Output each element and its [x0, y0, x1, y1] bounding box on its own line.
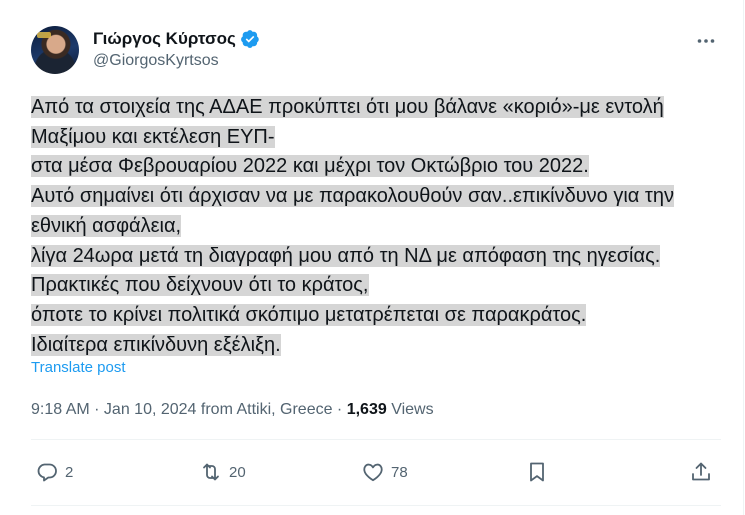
tweet-card: Γιώργος Κύρτσος @GiorgosKyrtsos Από τα σ…	[0, 0, 744, 515]
heart-icon	[363, 463, 383, 482]
repost-button[interactable]: 20	[199, 455, 246, 489]
reply-icon	[37, 463, 57, 482]
translate-post-link[interactable]: Translate post	[31, 359, 126, 376]
tweet-header: Γιώργος Κύρτσος @GiorgosKyrtsos	[31, 26, 721, 76]
views-label: Views	[386, 401, 434, 418]
divider	[31, 439, 721, 440]
tweet-line: όποτε το κρίνει πολιτικά σκόπιμο μετατρέ…	[31, 303, 587, 326]
more-options-button[interactable]	[691, 26, 721, 56]
tweet-line: Από τα στοιχεία της ΑΔΑΕ προκύπτει ότι μ…	[31, 96, 664, 118]
reply-count: 2	[65, 463, 74, 481]
tweet-line: Ιδιαίτερα επικίνδυνη εξέλιξη.	[31, 333, 281, 356]
tweet-line: λίγα 24ωρα μετά τη διαγραφή μου από τη Ν…	[31, 244, 661, 267]
share-icon	[692, 462, 710, 481]
tweet-line: Μαξίμου και εκτέλεση ΕΥΠ-	[31, 125, 275, 148]
verified-badge-icon	[240, 30, 259, 48]
divider	[31, 505, 721, 506]
like-button[interactable]: 78	[361, 455, 408, 489]
timestamp[interactable]: 9:18 AM · Jan 10, 2024 from Attiki, Gree…	[31, 401, 347, 418]
avatar[interactable]	[31, 26, 79, 74]
views-count: 1,639	[346, 401, 387, 418]
author-name[interactable]: Γιώργος Κύρτσος	[93, 29, 236, 49]
more-dots-icon	[697, 39, 715, 43]
action-bar: 2 20 78	[31, 455, 721, 489]
bookmark-icon	[530, 462, 544, 482]
reply-button[interactable]: 2	[35, 455, 73, 489]
repost-count: 20	[229, 463, 246, 481]
tweet-meta: 9:18 AM · Jan 10, 2024 from Attiki, Gree…	[31, 401, 434, 419]
tweet-line: Αυτό σημαίνει ότι άρχισαν να με παρακολο…	[31, 185, 674, 208]
tweet-line: στα μέσα Φεβρουαρίου 2022 και μέχρι τον …	[31, 155, 589, 178]
tweet-line: εθνική ασφάλεια,	[31, 214, 182, 237]
author-handle[interactable]: @GiorgosKyrtsos	[93, 52, 219, 70]
tweet-line: Πρακτικές που δείχνουν ότι το κράτος,	[31, 274, 369, 297]
bookmark-button[interactable]	[525, 455, 549, 489]
tweet-text: Από τα στοιχεία της ΑΔΑΕ προκύπτει ότι μ…	[31, 93, 721, 360]
author-name-row: Γιώργος Κύρτσος	[93, 29, 260, 49]
share-button[interactable]	[689, 455, 713, 489]
repost-icon	[203, 463, 219, 481]
like-count: 78	[391, 463, 408, 481]
